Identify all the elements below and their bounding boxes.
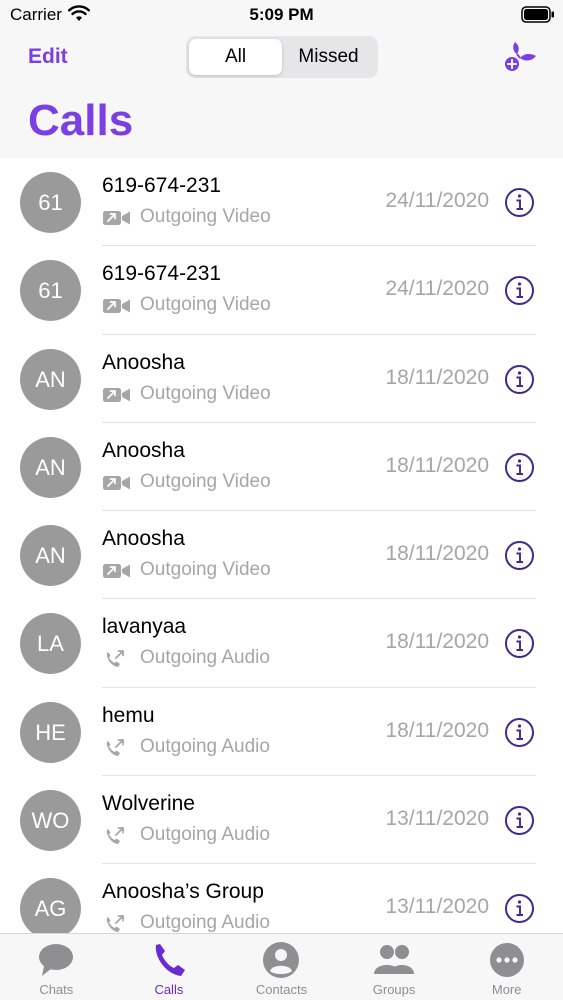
call-date: 18/11/2020 (385, 542, 489, 566)
outgoing-video-icon (103, 211, 130, 225)
tab-label: Chats (39, 982, 74, 997)
call-row[interactable]: 61 619-674-231 Outgoing Video 24/11/2020 (0, 246, 563, 335)
call-row[interactable]: LA lavanyaa Outgoing Audio 18/11/2020 (0, 599, 563, 688)
call-type-label: Outgoing Video (140, 382, 271, 404)
page-title: Calls (28, 96, 134, 145)
contact-name: Anoosha’s Group (102, 880, 264, 904)
tab-more[interactable]: More (450, 934, 563, 1000)
people-icon (374, 945, 415, 974)
avatar: 61 (20, 172, 81, 233)
info-icon[interactable] (504, 717, 535, 748)
contact-name: Anoosha (102, 350, 185, 374)
call-date: 18/11/2020 (385, 365, 489, 389)
tab-label: More (491, 982, 522, 997)
tab-calls[interactable]: Calls (113, 934, 226, 1000)
call-type-label: Outgoing Audio (140, 735, 270, 757)
tab-label: Contacts (255, 982, 308, 997)
call-date: 13/11/2020 (385, 895, 489, 919)
call-row[interactable]: HE hemu Outgoing Audio 18/11/2020 (0, 688, 563, 777)
outgoing-video-icon (103, 299, 130, 314)
segment-all[interactable]: All (189, 39, 282, 75)
call-type-label: Outgoing Video (140, 470, 271, 492)
add-contact-leaves-icon[interactable] (503, 40, 537, 74)
outgoing-video-icon (103, 387, 130, 402)
outgoing-video-icon (103, 475, 130, 490)
avatar: LA (20, 613, 81, 675)
avatar: AN (20, 525, 81, 587)
call-type-label: Outgoing Video (140, 559, 271, 581)
call-type-label: Outgoing Video (140, 294, 271, 316)
call-date: 24/11/2020 (385, 189, 489, 212)
call-type-label: Outgoing Audio (140, 912, 270, 933)
contact-name: lavanyaa (102, 615, 187, 639)
tab-label: Calls (154, 982, 184, 997)
call-date: 18/11/2020 (385, 718, 489, 742)
call-row[interactable]: AN Anoosha Outgoing Video 18/11/2020 (0, 423, 563, 512)
call-date: 18/11/2020 (385, 630, 489, 654)
tab-contacts[interactable]: Contacts (225, 934, 338, 1000)
call-row[interactable]: AN Anoosha Outgoing Video 18/11/2020 (0, 335, 563, 423)
info-icon[interactable] (504, 805, 535, 836)
navigation-header: Edit All Missed Calls (0, 30, 563, 158)
call-type-label: Outgoing Audio (140, 647, 270, 669)
avatar: AN (20, 348, 81, 410)
tab-label: Groups (372, 982, 416, 997)
outgoing-audio-icon (106, 827, 124, 845)
call-row[interactable]: AN Anoosha Outgoing Video 18/11/2020 (0, 511, 563, 600)
avatar: WO (20, 790, 81, 852)
outgoing-audio-icon (106, 738, 124, 756)
contact-name: 619-674-231 (102, 262, 222, 286)
outgoing-audio-icon (106, 650, 124, 668)
chat-bubble-icon (39, 944, 74, 976)
info-icon[interactable] (504, 628, 535, 659)
more-dots-icon (489, 943, 524, 977)
filter-segmented-control: All Missed (186, 36, 378, 78)
call-date: 24/11/2020 (385, 277, 489, 301)
phone-icon (155, 944, 185, 976)
contact-name: Anoosha (102, 527, 185, 551)
call-date: 13/11/2020 (385, 807, 489, 831)
contact-name: Anoosha (102, 438, 185, 462)
info-icon[interactable] (504, 187, 535, 218)
tab-bar: Chats Calls Contacts Groups More (0, 933, 563, 1000)
person-circle-icon (263, 942, 300, 978)
info-icon[interactable] (504, 540, 535, 571)
avatar: AG (20, 878, 81, 933)
call-row[interactable]: AG Anoosha’s Group Outgoing Audio 13/11/… (0, 864, 563, 933)
outgoing-audio-icon (106, 915, 124, 933)
call-type-label: Outgoing Audio (140, 824, 270, 846)
call-row[interactable]: WO Wolverine Outgoing Audio 13/11/2020 (0, 776, 563, 865)
avatar: HE (20, 701, 81, 763)
avatar: AN (20, 436, 81, 498)
info-icon[interactable] (504, 893, 535, 924)
status-bar: Carrier 5:09 PM (0, 0, 563, 30)
tab-groups[interactable]: Groups (338, 934, 451, 1000)
contact-name: Wolverine (102, 792, 195, 816)
info-icon[interactable] (504, 364, 535, 395)
call-row[interactable]: 61 619-674-231 Outgoing Video 24/11/2020 (0, 158, 563, 247)
outgoing-video-icon (103, 564, 130, 579)
call-date: 18/11/2020 (385, 453, 489, 477)
segment-missed[interactable]: Missed (282, 39, 375, 75)
contact-name: 619-674-231 (102, 174, 222, 197)
battery-icon (521, 6, 554, 23)
call-list: 61 619-674-231 Outgoing Video 24/11/2020… (0, 158, 563, 933)
avatar: 61 (20, 260, 81, 322)
info-icon[interactable] (504, 452, 535, 483)
info-icon[interactable] (504, 275, 535, 306)
call-type-label: Outgoing Video (140, 206, 271, 227)
contact-name: hemu (102, 703, 155, 727)
status-time: 5:09 PM (249, 5, 314, 24)
tab-chats[interactable]: Chats (0, 934, 113, 1000)
edit-button[interactable]: Edit (28, 45, 68, 69)
